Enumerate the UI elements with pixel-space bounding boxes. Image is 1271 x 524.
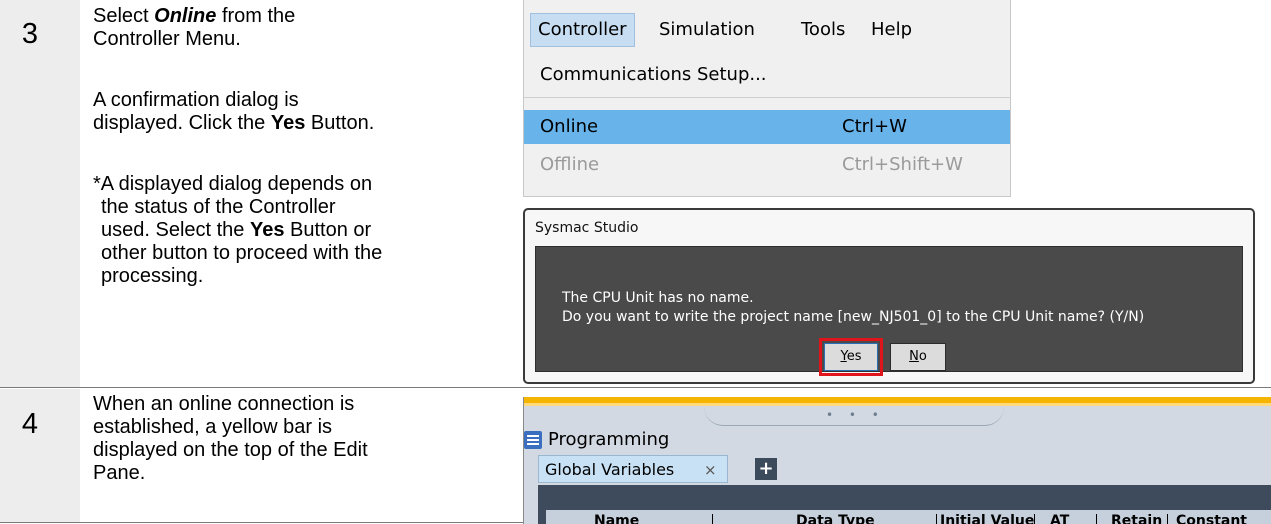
step-3-description: Select Online from the Controller Menu. …	[93, 5, 383, 287]
step-number: 3	[21, 18, 39, 50]
close-icon[interactable]: ×	[704, 456, 717, 484]
column-separator	[712, 514, 713, 524]
step-number-column-3	[0, 0, 80, 387]
column-header-name[interactable]: Name	[594, 510, 639, 524]
online-status-bar-glow	[524, 403, 1271, 406]
column-separator	[936, 514, 937, 524]
controller-menu: Controller Simulation Tools Help Communi…	[523, 0, 1011, 197]
menu-item-communications-setup[interactable]: Communications Setup...	[524, 58, 1010, 92]
table-header: Name Data Type Initial Value AT Retain C…	[546, 510, 1271, 524]
column-separator	[1167, 514, 1168, 524]
add-tab-button[interactable]: +	[755, 458, 777, 480]
column-header-at[interactable]: AT	[1050, 510, 1069, 524]
shortcut-label: Ctrl+Shift+W	[842, 154, 963, 175]
programming-icon	[524, 431, 542, 449]
column-separator	[1096, 514, 1097, 524]
menu-help[interactable]: Help	[864, 14, 919, 46]
dialog-title: Sysmac Studio	[535, 220, 639, 236]
tab-global-variables[interactable]: Global Variables ×	[538, 455, 728, 483]
column-header-initial-value[interactable]: Initial Value	[940, 510, 1034, 524]
grip-dots: • • •	[826, 408, 885, 422]
confirmation-dialog: Sysmac Studio The CPU Unit has no name. …	[523, 208, 1255, 384]
menu-tools[interactable]: Tools	[794, 14, 852, 46]
menu-item-online[interactable]: Online Ctrl+W	[524, 110, 1010, 144]
column-header-data-type[interactable]: Data Type	[796, 510, 875, 524]
yes-button[interactable]: Yes	[819, 338, 883, 376]
dialog-message: The CPU Unit has no name. Do you want to…	[562, 290, 1145, 325]
programming-pane: • • • Programming Global Variables × + N…	[523, 397, 1271, 524]
menu-separator	[524, 97, 1010, 98]
dialog-body: The CPU Unit has no name. Do you want to…	[535, 246, 1243, 376]
variable-table: Name Data Type Initial Value AT Retain C…	[538, 485, 1271, 524]
menu-simulation[interactable]: Simulation	[652, 14, 762, 46]
tab-row: Global Variables × +	[524, 455, 1271, 483]
column-separator	[1034, 514, 1035, 524]
row-divider	[0, 387, 1271, 388]
column-header-constant[interactable]: Constant	[1176, 510, 1247, 524]
menu-item-offline: Offline Ctrl+Shift+W	[524, 148, 1010, 182]
menu-controller[interactable]: Controller	[530, 13, 635, 47]
menu-bar: Controller Simulation Tools Help	[524, 0, 1010, 58]
column-header-retain[interactable]: Retain	[1111, 510, 1162, 524]
step-number: 4	[21, 408, 39, 440]
shortcut-label: Ctrl+W	[842, 116, 907, 137]
step-4-description: When an online connection is established…	[93, 393, 368, 484]
pane-title: Programming	[548, 429, 670, 450]
no-button[interactable]: No	[890, 343, 946, 371]
